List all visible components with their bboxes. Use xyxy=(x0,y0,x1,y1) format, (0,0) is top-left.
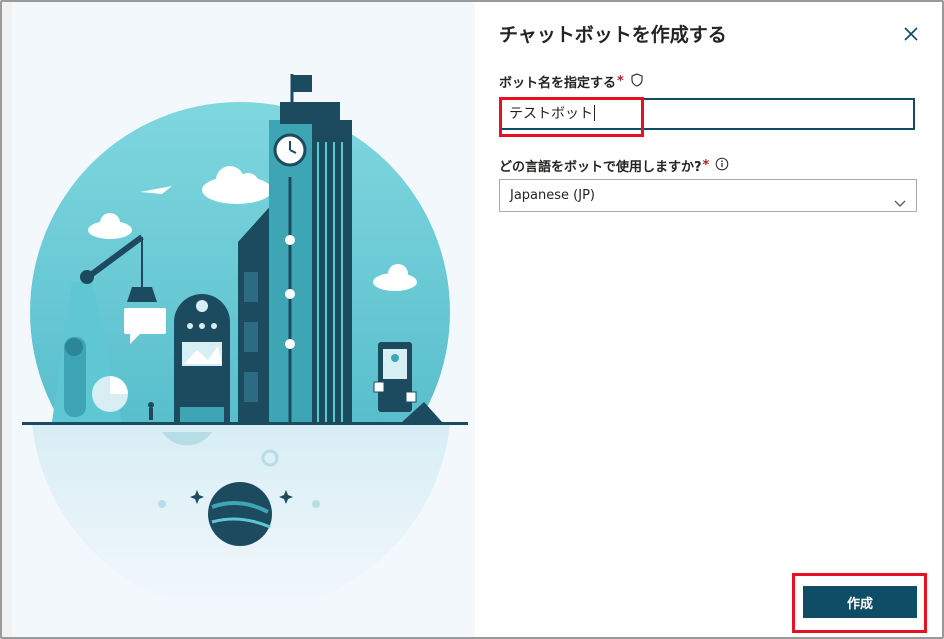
language-select[interactable]: Japanese (JP) xyxy=(499,179,917,212)
kiosk xyxy=(174,294,230,422)
dialog-title: チャットボットを作成する xyxy=(499,24,727,46)
background-page-edge xyxy=(2,2,12,637)
form-panel: チャットボットを作成する ボット名を指定する * テストボット どの言語をボット… xyxy=(475,2,942,637)
shield-icon[interactable] xyxy=(630,72,644,91)
bot-name-label: ボット名を指定する * xyxy=(499,72,644,91)
close-icon[interactable] xyxy=(901,24,921,44)
hero-illustration xyxy=(12,2,475,637)
info-icon[interactable] xyxy=(715,157,729,175)
city-illustration xyxy=(22,74,468,613)
required-mark: * xyxy=(702,158,710,173)
highlight-box-create xyxy=(792,573,927,633)
chevron-down-icon xyxy=(894,190,906,221)
create-chatbot-dialog: チャットボットを作成する ボット名を指定する * テストボット どの言語をボット… xyxy=(0,0,944,639)
required-mark: * xyxy=(617,74,624,89)
clock-tower xyxy=(269,74,352,422)
language-label: どの言語をボットで使用しますか? * xyxy=(499,156,729,175)
highlight-box-bot-name xyxy=(499,97,644,137)
